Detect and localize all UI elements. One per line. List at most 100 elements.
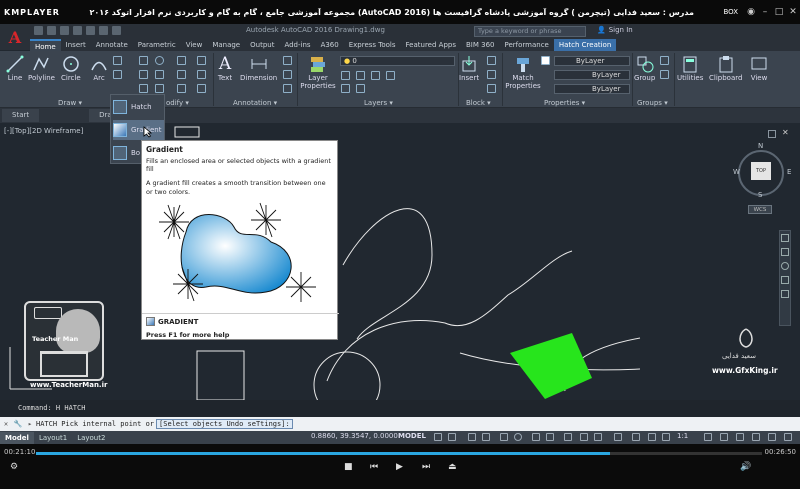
layers-group[interactable]: Layers ▾ xyxy=(364,98,393,108)
explode-icon[interactable] xyxy=(197,70,206,79)
lineweight-icon[interactable] xyxy=(580,433,588,441)
osnap-icon[interactable] xyxy=(564,433,572,441)
menu-item-gradient[interactable]: Gradient xyxy=(113,120,164,140)
modify-group[interactable]: odify ▾ xyxy=(166,98,189,108)
polar-icon[interactable] xyxy=(514,433,522,441)
infer-icon[interactable] xyxy=(468,433,476,441)
annotation-table-icon[interactable] xyxy=(283,84,292,93)
next-icon[interactable]: ⏭ xyxy=(422,462,430,472)
insert-tool[interactable]: Insert xyxy=(459,55,479,82)
ribbon-tab-add-ins[interactable]: Add-ins xyxy=(279,39,315,51)
annotation-group[interactable]: Annotation ▾ xyxy=(233,98,277,108)
annotation-monitor-icon[interactable] xyxy=(720,433,728,441)
lineweight-dropdown[interactable]: ByLayer xyxy=(554,84,630,94)
isolate-icon[interactable] xyxy=(752,433,760,441)
annotation-leader-icon[interactable] xyxy=(283,70,292,79)
model-space-toggle[interactable]: MODEL xyxy=(398,432,426,440)
ribbon-tab-bim-360[interactable]: BIM 360 xyxy=(461,39,500,51)
new-icon[interactable] xyxy=(34,26,43,35)
draw-group[interactable]: Draw ▾ xyxy=(58,98,82,108)
move-icon[interactable] xyxy=(139,56,148,65)
ribbon-tab-a360[interactable]: A360 xyxy=(316,39,344,51)
volume-icon[interactable]: 🔊 xyxy=(740,462,751,472)
redo-icon[interactable] xyxy=(112,26,121,35)
stretch-icon[interactable] xyxy=(139,84,148,93)
ribbon-tab-performance[interactable]: Performance xyxy=(499,39,553,51)
undo-icon[interactable] xyxy=(99,26,108,35)
grid-icon[interactable] xyxy=(434,433,442,441)
annotation-linear-icon[interactable] xyxy=(283,56,292,65)
mirror-icon[interactable] xyxy=(155,70,164,79)
snap-icon[interactable] xyxy=(448,433,456,441)
rectangle-icon[interactable] xyxy=(113,56,122,65)
box-label[interactable]: BOX xyxy=(723,8,738,16)
maximize-icon[interactable]: □ xyxy=(772,5,786,19)
orbit-icon[interactable] xyxy=(781,276,789,284)
erase-icon[interactable] xyxy=(197,56,206,65)
group-edit-icon[interactable] xyxy=(660,70,669,79)
linetype-dropdown[interactable]: ByLayer xyxy=(554,70,630,80)
stop-icon[interactable]: ■ xyxy=(344,462,353,472)
copy-icon[interactable] xyxy=(139,70,148,79)
menu-item-hatch[interactable]: Hatch xyxy=(113,97,164,117)
seek-bar[interactable] xyxy=(36,452,762,455)
minimize-icon[interactable]: – xyxy=(758,5,772,19)
dimension-tool[interactable]: Dimension xyxy=(240,55,277,82)
selection-cycling-icon[interactable] xyxy=(614,433,622,441)
drawing-canvas[interactable] xyxy=(0,123,800,400)
utilities-tool[interactable]: Utilities xyxy=(677,55,703,82)
clean-screen-icon[interactable] xyxy=(768,433,776,441)
layout-tab-layout2[interactable]: Layout2 xyxy=(72,432,110,444)
layer-tool-6-icon[interactable] xyxy=(356,84,365,93)
block-group[interactable]: Block ▾ xyxy=(466,98,491,108)
block-edit-icon[interactable] xyxy=(487,70,496,79)
ribbon-tab-parametric[interactable]: Parametric xyxy=(133,39,181,51)
saveas-icon[interactable] xyxy=(73,26,82,35)
transparency-icon[interactable] xyxy=(594,433,602,441)
ribbon-tab-manage[interactable]: Manage xyxy=(207,39,245,51)
layer-tool-1-icon[interactable] xyxy=(341,71,350,80)
annotation-scale[interactable]: 1:1 xyxy=(677,432,688,440)
command-line[interactable]: ✕ 🔧 ▸ HATCH Pick internal point or [Sele… xyxy=(0,417,800,431)
view-tool[interactable]: View xyxy=(750,55,768,82)
polyline-tool[interactable]: Polyline xyxy=(28,55,55,82)
match-properties-tool[interactable]: Match Properties xyxy=(505,55,541,90)
command-close-icon[interactable]: ✕ xyxy=(0,420,12,428)
annotation-visibility-icon[interactable] xyxy=(662,433,670,441)
viewcube-top-face[interactable]: TOP xyxy=(751,162,771,180)
pin-icon[interactable]: ◉ xyxy=(744,5,758,19)
block-create-icon[interactable] xyxy=(487,56,496,65)
layer-properties-tool[interactable]: Layer Properties xyxy=(300,55,336,90)
line-tool[interactable]: Line xyxy=(6,55,24,82)
group-tool[interactable]: Group xyxy=(634,55,655,82)
showmotion-icon[interactable] xyxy=(781,290,789,298)
groups-group[interactable]: Groups ▾ xyxy=(637,98,668,108)
viewport-close-icon[interactable]: ✕ xyxy=(782,128,789,137)
customization-icon[interactable] xyxy=(784,433,792,441)
viewport-restore-icon[interactable] xyxy=(768,130,776,138)
fillet-icon[interactable] xyxy=(177,70,186,79)
units-icon[interactable] xyxy=(736,433,744,441)
application-menu-button[interactable]: A xyxy=(0,24,30,50)
properties-group[interactable]: Properties ▾ xyxy=(544,98,585,108)
sign-in[interactable]: 👤 Sign In xyxy=(597,26,633,34)
layout-tab-layout1[interactable]: Layout1 xyxy=(34,432,72,444)
dynamic-input-icon[interactable] xyxy=(482,433,490,441)
print-icon[interactable] xyxy=(86,26,95,35)
command-options[interactable]: [Select objects Undo seTtings]: xyxy=(156,419,293,429)
hatch-icon[interactable] xyxy=(113,70,122,79)
osnap-tracking-icon[interactable] xyxy=(546,433,554,441)
clipboard-tool[interactable]: Clipboard xyxy=(709,55,742,82)
save-icon[interactable] xyxy=(60,26,69,35)
array-icon[interactable] xyxy=(177,84,186,93)
ucs-icon[interactable] xyxy=(632,433,640,441)
search-input[interactable]: Type a keyword or phrase xyxy=(474,26,586,37)
scale-icon[interactable] xyxy=(155,84,164,93)
pan-icon[interactable] xyxy=(781,248,789,256)
coordinate-readout[interactable]: 0.8860, 39.3547, 0.0000 xyxy=(311,432,398,440)
text-tool[interactable]: A Text xyxy=(216,54,234,82)
zoom-icon[interactable] xyxy=(781,262,789,270)
isodraft-icon[interactable] xyxy=(532,433,540,441)
ribbon-tab-annotate[interactable]: Annotate xyxy=(91,39,133,51)
arc-tool[interactable]: Arc xyxy=(90,55,108,82)
